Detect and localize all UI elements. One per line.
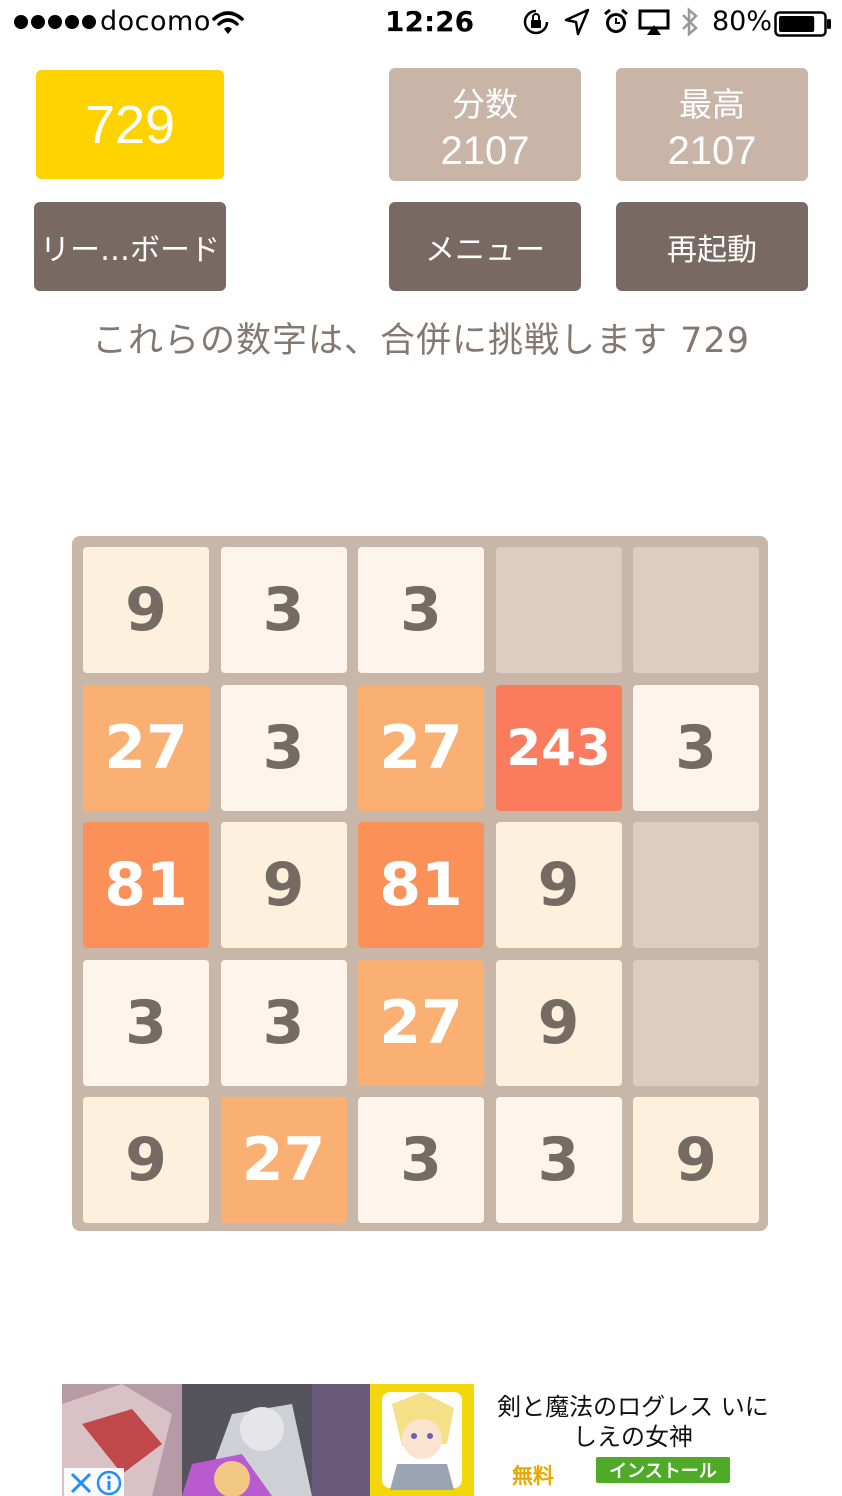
tile-81: 81 (83, 822, 209, 948)
carrier-name: docomo (100, 6, 211, 37)
tile-9: 9 (220, 822, 347, 948)
ad-price: 無料 (512, 1464, 554, 1488)
tile-3: 3 (358, 547, 484, 673)
tile-3: 3 (220, 684, 347, 811)
score-value: 2107 (440, 129, 530, 173)
restart-button[interactable]: 再起動 (616, 202, 808, 291)
rotation-lock-icon (523, 9, 549, 35)
close-icon[interactable] (68, 1470, 94, 1496)
tile-27: 27 (358, 684, 484, 811)
tile-3: 3 (633, 684, 759, 811)
tile-27: 27 (358, 959, 484, 1086)
airplay-icon (638, 9, 670, 35)
location-icon (564, 8, 590, 36)
alarm-icon (604, 8, 628, 33)
ad-controls (64, 1468, 124, 1496)
menu-button[interactable]: メニュー (389, 202, 581, 291)
signal-strength-icon (14, 15, 96, 29)
game-board[interactable]: 9 3 3 27 3 27 243 3 81 9 81 9 3 3 27 9 9 27 3 3 9 (72, 536, 768, 1231)
clock: 12:26 (385, 5, 475, 38)
leaderboard-button[interactable]: リー…ボード (34, 202, 226, 291)
target-tile: 729 (36, 70, 224, 179)
info-icon[interactable] (96, 1470, 122, 1496)
bluetooth-icon (682, 7, 698, 37)
status-bar: docomo 12:26 80% (0, 0, 842, 46)
empty-cell (633, 822, 759, 948)
tile-9: 9 (495, 822, 622, 948)
empty-cell (495, 547, 622, 673)
tile-27: 27 (83, 684, 209, 811)
tile-243: 243 (495, 684, 622, 811)
best-score-value: 2107 (667, 129, 757, 173)
tile-3: 3 (358, 1097, 484, 1223)
tile-3: 3 (495, 1097, 622, 1223)
tile-3: 3 (220, 959, 347, 1086)
goal-message: これらの数字は、合併に挑戦します 729 (92, 321, 750, 361)
best-score-label: 最高 (679, 86, 745, 123)
tile-3: 3 (220, 547, 347, 673)
tile-27: 27 (220, 1097, 347, 1223)
battery-percent: 80% (712, 6, 773, 37)
battery-icon (774, 11, 831, 37)
tile-3: 3 (83, 959, 209, 1086)
wifi-icon (212, 11, 244, 34)
ad-install-button[interactable]: インストール (596, 1457, 730, 1483)
empty-cell (633, 959, 759, 1086)
score-box: 分数 2107 (389, 68, 581, 181)
ad-title[interactable]: 剣と魔法のログレス いにしえの女神 (488, 1392, 778, 1452)
best-score-box: 最高 2107 (616, 68, 808, 181)
tile-9: 9 (633, 1097, 759, 1223)
tile-9: 9 (83, 1097, 209, 1223)
tile-81: 81 (358, 822, 484, 948)
tile-9: 9 (495, 959, 622, 1086)
ad-banner[interactable]: 剣と魔法のログレス いにしえの女神 無料 インストール (62, 1384, 780, 1496)
empty-cell (633, 547, 759, 673)
score-label: 分数 (452, 86, 518, 123)
tile-9: 9 (83, 547, 209, 673)
